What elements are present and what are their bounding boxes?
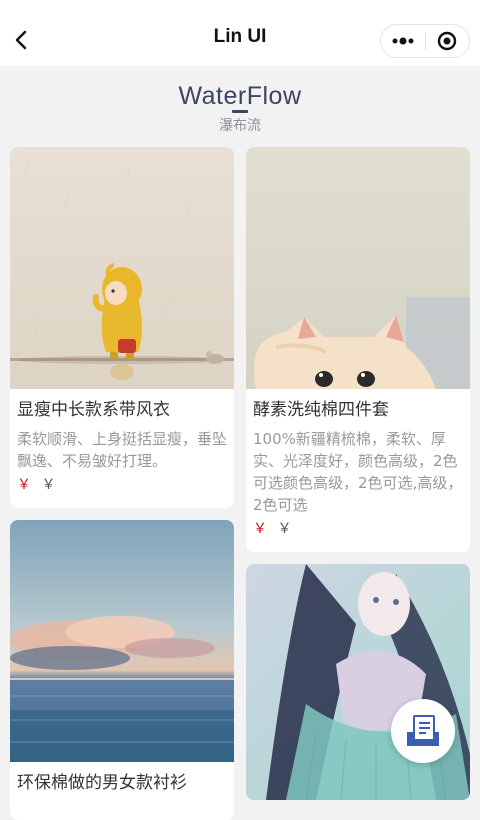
price-current: ￥	[17, 477, 31, 493]
product-title: 环保棉做的男女款衬衫	[17, 773, 187, 793]
navigation-bar: Lin UI	[0, 0, 480, 66]
close-mini-program-button[interactable]	[425, 25, 469, 57]
product-title: 酵素洗纯棉四件套	[253, 400, 389, 420]
price-original: ￥	[277, 521, 292, 537]
sea-clouds-image	[10, 520, 234, 762]
product-price: ￥ ￥	[246, 516, 470, 539]
more-menu-button[interactable]	[381, 25, 425, 57]
anime-girl-image	[246, 564, 470, 800]
price-original: ￥	[41, 477, 56, 493]
product-description: 100%新疆精梳棉，柔软、厚实、光泽度好，颜色高级，2色可选颜色高级，2色可选,…	[253, 430, 463, 514]
mini-program-capsule	[380, 24, 470, 58]
product-title: 显瘦中长款系带风衣	[17, 400, 170, 420]
price-current: ￥	[253, 521, 267, 537]
product-card[interactable]: 酵素洗纯棉四件套 100%新疆精梳棉，柔软、厚实、光泽度好，颜色高级，2色可选颜…	[246, 147, 470, 552]
section-subtitle: 瀑布流	[219, 118, 261, 134]
target-circle-icon	[438, 31, 457, 51]
product-description: 柔软顺滑、上身挺括显瘦，垂坠飘逸、不易皱好打理。	[17, 430, 228, 470]
product-price: ￥ ￥	[10, 472, 234, 495]
section-header: WaterFlow 瀑布流	[0, 80, 480, 135]
more-dots-icon	[392, 37, 414, 45]
floating-action-button[interactable]	[391, 699, 455, 763]
product-card[interactable]: 环保棉做的男女款衬衫	[10, 520, 234, 820]
book-rack-icon	[407, 715, 439, 746]
section-title: WaterFlow	[178, 82, 302, 110]
white-kitten-image	[246, 147, 470, 389]
product-card[interactable]	[246, 564, 470, 800]
girl-raincoat-image	[10, 147, 234, 389]
product-card[interactable]: 显瘦中长款系带风衣 柔软顺滑、上身挺括显瘦，垂坠飘逸、不易皱好打理。 ￥ ￥	[10, 147, 234, 508]
